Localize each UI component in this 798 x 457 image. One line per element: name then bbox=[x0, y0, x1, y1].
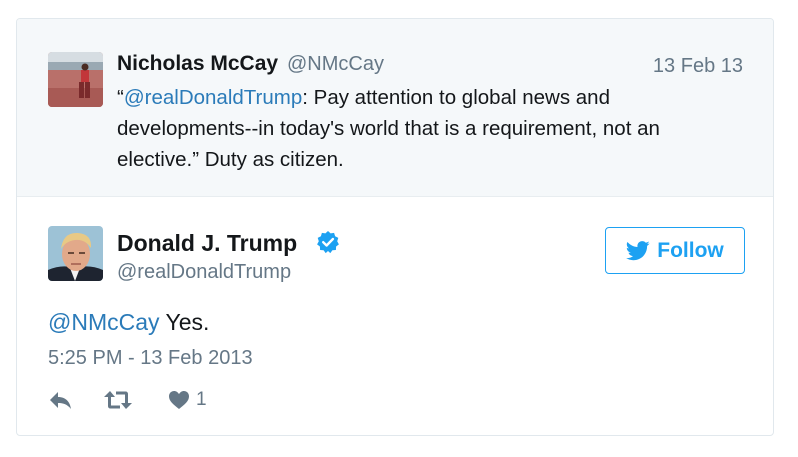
follow-button[interactable]: Follow bbox=[605, 227, 745, 274]
quoted-tweet-date[interactable]: 13 Feb 13 bbox=[653, 55, 743, 78]
heart-icon bbox=[169, 391, 189, 409]
like-button[interactable]: 1 bbox=[168, 389, 207, 411]
follow-label: Follow bbox=[657, 238, 724, 262]
quoted-tweet-text: “@realDonaldTrump: Pay attention to glob… bbox=[117, 82, 717, 175]
reply-icon bbox=[50, 392, 71, 409]
tweet-timestamp[interactable]: 5:25 PM - 13 Feb 2013 bbox=[48, 347, 253, 370]
like-count: 1 bbox=[196, 389, 207, 410]
mention-link[interactable]: @NMcCay bbox=[48, 309, 160, 335]
author-name[interactable]: Donald J. Trump bbox=[117, 230, 297, 257]
author-handle[interactable]: @realDonaldTrump bbox=[117, 261, 291, 284]
tweet-embed-card: Nicholas McCay @NMcCay 13 Feb 13 “@realD… bbox=[16, 18, 774, 436]
quoted-tweet[interactable]: Nicholas McCay @NMcCay 13 Feb 13 “@realD… bbox=[17, 19, 773, 197]
quoted-author-name[interactable]: Nicholas McCay bbox=[117, 52, 278, 76]
twitter-bird-icon bbox=[626, 240, 650, 260]
tweet-text: @NMcCay Yes. bbox=[48, 309, 209, 336]
tweet-text-body: Yes. bbox=[159, 309, 210, 335]
quoted-open-quote: “ bbox=[117, 86, 124, 109]
verified-badge-icon bbox=[316, 230, 340, 254]
reply-button[interactable] bbox=[48, 389, 74, 411]
quoted-author-avatar[interactable] bbox=[48, 52, 103, 107]
quoted-mention-link[interactable]: @realDonaldTrump bbox=[124, 86, 302, 109]
retweet-button[interactable] bbox=[103, 389, 133, 411]
author-avatar[interactable] bbox=[48, 226, 103, 281]
quoted-author-handle[interactable]: @NMcCay bbox=[287, 53, 384, 76]
retweet-icon bbox=[104, 391, 132, 409]
